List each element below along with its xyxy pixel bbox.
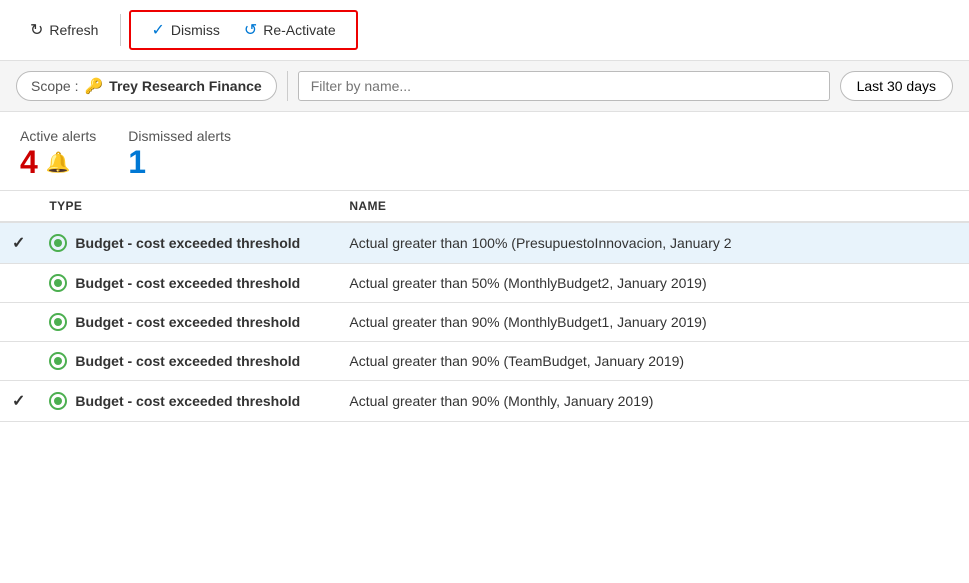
key-icon: 🔑 <box>84 77 103 95</box>
scope-name-text: Trey Research Finance <box>109 78 262 94</box>
reactivate-label: Re-Activate <box>263 22 335 38</box>
alert-type-icon <box>49 234 67 252</box>
row-type: Budget - cost exceeded threshold <box>37 264 337 303</box>
dismiss-icon: ✓ <box>151 20 164 40</box>
row-checkbox[interactable] <box>0 264 37 303</box>
active-alerts-stat: Active alerts 4 🔔 <box>20 128 96 178</box>
toolbar-divider <box>120 14 121 46</box>
days-label: Last 30 days <box>857 78 936 94</box>
active-alerts-count: 4 <box>20 146 38 178</box>
type-text: Budget - cost exceeded threshold <box>75 314 300 330</box>
row-name: Actual greater than 90% (Monthly, Januar… <box>337 381 969 422</box>
alert-type-icon <box>49 392 67 410</box>
alerts-table: TYPE NAME ✓ Budget - cost exceeded thresh… <box>0 190 969 422</box>
days-filter-button[interactable]: Last 30 days <box>840 71 953 101</box>
dismiss-reactivate-group: ✓ Dismiss ↺ Re-Activate <box>129 10 357 50</box>
refresh-label: Refresh <box>49 22 98 38</box>
col-check <box>0 191 37 223</box>
alert-type-icon <box>49 274 67 292</box>
alert-type-icon <box>49 313 67 331</box>
reactivate-button[interactable]: ↺ Re-Activate <box>234 16 346 44</box>
type-text: Budget - cost exceeded threshold <box>75 235 300 251</box>
dismissed-alerts-count: 1 <box>128 146 146 178</box>
filter-bar: Scope : 🔑 Trey Research Finance Last 30 … <box>0 61 969 112</box>
stats-bar: Active alerts 4 🔔 Dismissed alerts 1 <box>0 112 969 186</box>
col-name-header: NAME <box>337 191 969 223</box>
col-type-header: TYPE <box>37 191 337 223</box>
row-type: Budget - cost exceeded threshold <box>37 222 337 264</box>
dismissed-alerts-label: Dismissed alerts <box>128 128 231 144</box>
checkmark-icon: ✓ <box>12 393 25 410</box>
table-row[interactable]: Budget - cost exceeded threshold Actual g… <box>0 342 969 381</box>
row-type: Budget - cost exceeded threshold <box>37 381 337 422</box>
row-checkbox[interactable]: ✓ <box>0 381 37 422</box>
row-checkbox[interactable] <box>0 303 37 342</box>
checkmark-icon: ✓ <box>12 235 25 252</box>
reactivate-icon: ↺ <box>244 20 257 40</box>
row-checkbox[interactable] <box>0 342 37 381</box>
bell-icon: 🔔 <box>46 150 71 175</box>
row-type: Budget - cost exceeded threshold <box>37 303 337 342</box>
row-name: Actual greater than 50% (MonthlyBudget2,… <box>337 264 969 303</box>
table-row[interactable]: Budget - cost exceeded threshold Actual g… <box>0 303 969 342</box>
filter-divider <box>287 71 288 101</box>
table-row[interactable]: ✓ Budget - cost exceeded threshold Actual … <box>0 222 969 264</box>
dismiss-button[interactable]: ✓ Dismiss <box>141 16 229 44</box>
row-name: Actual greater than 100% (PresupuestoInn… <box>337 222 969 264</box>
dismissed-alerts-stat: Dismissed alerts 1 <box>128 128 231 178</box>
row-name: Actual greater than 90% (TeamBudget, Jan… <box>337 342 969 381</box>
toolbar: ↻ Refresh ✓ Dismiss ↺ Re-Activate <box>0 0 969 61</box>
type-text: Budget - cost exceeded threshold <box>75 393 300 409</box>
filter-input[interactable] <box>298 71 830 101</box>
row-checkbox[interactable]: ✓ <box>0 222 37 264</box>
row-name: Actual greater than 90% (MonthlyBudget1,… <box>337 303 969 342</box>
type-text: Budget - cost exceeded threshold <box>75 275 300 291</box>
table-row[interactable]: Budget - cost exceeded threshold Actual g… <box>0 264 969 303</box>
refresh-button[interactable]: ↻ Refresh <box>16 14 112 46</box>
refresh-icon: ↻ <box>30 20 43 40</box>
scope-selector[interactable]: Scope : 🔑 Trey Research Finance <box>16 71 277 101</box>
dismiss-label: Dismiss <box>171 22 220 38</box>
table-row[interactable]: ✓ Budget - cost exceeded threshold Actual … <box>0 381 969 422</box>
alert-type-icon <box>49 352 67 370</box>
type-text: Budget - cost exceeded threshold <box>75 353 300 369</box>
scope-label-text: Scope : <box>31 78 78 94</box>
row-type: Budget - cost exceeded threshold <box>37 342 337 381</box>
table-header-row: TYPE NAME <box>0 191 969 223</box>
active-alerts-label: Active alerts <box>20 128 96 144</box>
